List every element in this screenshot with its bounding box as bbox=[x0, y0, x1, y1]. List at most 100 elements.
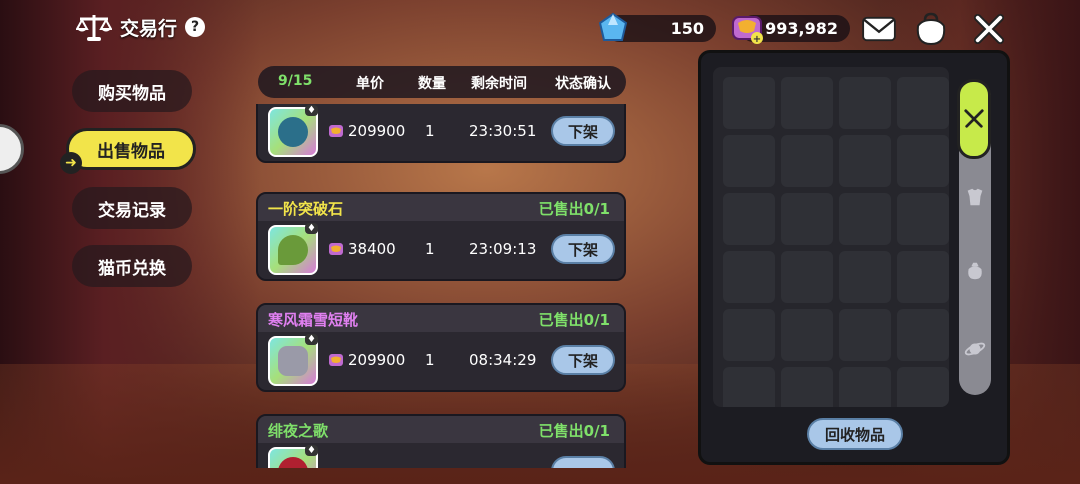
header-status: 状态确认 bbox=[555, 76, 611, 92]
coin-balance: + 993,982 bbox=[732, 15, 850, 45]
delist-button[interactable] bbox=[551, 456, 615, 468]
listing-price: 38400 bbox=[348, 240, 396, 258]
cat-coin-icon bbox=[329, 125, 343, 137]
inventory-slot[interactable] bbox=[723, 367, 775, 407]
scale-icon bbox=[76, 15, 112, 41]
listing-card: ♦ 209900 1 23:30:51 下架 bbox=[256, 104, 626, 163]
header-price: 单价 bbox=[356, 76, 384, 92]
nav-exchange[interactable]: 猫币兑换 bbox=[72, 245, 192, 287]
gem-balance: 150 bbox=[598, 12, 716, 42]
boots-icon bbox=[278, 346, 308, 376]
crossed-swords-icon bbox=[964, 109, 984, 128]
listing-card: 绯夜之歌 已售出0/1 ♦ bbox=[256, 414, 626, 468]
inventory-slot[interactable] bbox=[723, 251, 775, 303]
nav-buy[interactable]: 购买物品 bbox=[72, 70, 192, 112]
inventory-slot[interactable] bbox=[839, 77, 891, 129]
coin-amount: 993,982 bbox=[765, 19, 838, 38]
inventory-slot[interactable] bbox=[781, 77, 833, 129]
inventory-slot[interactable] bbox=[897, 251, 949, 303]
tab-misc[interactable] bbox=[959, 329, 991, 369]
listing-quantity: 1 bbox=[425, 351, 435, 369]
listing-quantity: 1 bbox=[425, 122, 435, 140]
listing-status: 已售出0/1 bbox=[538, 422, 610, 440]
listing-card-body: ♦ 209900 1 23:30:51 下架 bbox=[258, 104, 624, 161]
listing-price: 209900 bbox=[348, 122, 406, 140]
inventory-slot[interactable] bbox=[839, 251, 891, 303]
delist-button[interactable]: 下架 bbox=[551, 234, 615, 264]
item-badge: ♦ bbox=[305, 223, 318, 234]
nav-sell[interactable]: 出售物品 bbox=[66, 128, 196, 170]
close-button[interactable] bbox=[970, 12, 1008, 46]
armor-icon bbox=[967, 188, 983, 206]
header-remaining: 剩余时间 bbox=[471, 76, 527, 92]
help-icon[interactable]: ? bbox=[185, 17, 206, 37]
tab-materials[interactable] bbox=[959, 251, 991, 291]
cat-coin-icon bbox=[329, 354, 343, 366]
inventory-panel: 回收物品 bbox=[698, 50, 1010, 465]
bag-icon bbox=[916, 12, 946, 46]
tab-weapons[interactable] bbox=[957, 79, 991, 159]
delist-button[interactable]: 下架 bbox=[551, 116, 615, 146]
listing-status: 已售出0/1 bbox=[538, 311, 610, 329]
inventory-slot[interactable] bbox=[897, 135, 949, 187]
inventory-slot[interactable] bbox=[839, 367, 891, 407]
inventory-slot[interactable] bbox=[897, 309, 949, 361]
inventory-slot[interactable] bbox=[781, 135, 833, 187]
inventory-slot[interactable] bbox=[897, 193, 949, 245]
item-thumbnail[interactable]: ♦ bbox=[268, 445, 318, 468]
inventory-slot[interactable] bbox=[839, 309, 891, 361]
close-icon bbox=[973, 13, 1005, 45]
item-thumbnail[interactable]: ♦ bbox=[268, 223, 318, 275]
listing-time: 23:30:51 bbox=[469, 122, 537, 140]
nav-records[interactable]: 交易记录 bbox=[72, 187, 192, 229]
listing-header: 9/15 单价 数量 剩余时间 状态确认 bbox=[258, 66, 626, 98]
inventory-slot[interactable] bbox=[781, 193, 833, 245]
mail-button[interactable] bbox=[860, 12, 898, 46]
cat-coin-icon bbox=[329, 243, 343, 255]
listing-card-head: 一阶突破石 已售出0/1 bbox=[258, 194, 624, 221]
inventory-slot[interactable] bbox=[897, 77, 949, 129]
item-thumbnail[interactable]: ♦ bbox=[268, 334, 318, 386]
inventory-slot[interactable] bbox=[723, 309, 775, 361]
inventory-slot[interactable] bbox=[723, 77, 775, 129]
recycle-items-button[interactable]: 回收物品 bbox=[807, 418, 903, 450]
listing-card-head: 寒风霜雪短靴 已售出0/1 bbox=[258, 305, 624, 332]
bag-button[interactable] bbox=[912, 12, 950, 46]
item-thumbnail[interactable]: ♦ bbox=[268, 105, 318, 157]
gem-icon bbox=[598, 12, 628, 41]
pouch-icon bbox=[968, 262, 982, 280]
inventory-slot[interactable] bbox=[781, 367, 833, 407]
listing-card-head: 绯夜之歌 已售出0/1 bbox=[258, 416, 624, 443]
listing-name: 绯夜之歌 bbox=[268, 422, 329, 440]
inventory-grid[interactable] bbox=[713, 67, 949, 407]
listing-card: 寒风霜雪短靴 已售出0/1 ♦ 209900 1 08:34:29 下架 bbox=[256, 303, 626, 392]
cat-coin-icon: + bbox=[732, 16, 763, 45]
header-quantity: 数量 bbox=[418, 76, 446, 92]
song-item-icon bbox=[278, 457, 308, 468]
inventory-tabs bbox=[957, 79, 991, 395]
delist-button[interactable]: 下架 bbox=[551, 345, 615, 375]
inventory-slot[interactable] bbox=[781, 251, 833, 303]
item-badge: ♦ bbox=[305, 334, 318, 345]
listing-name: 寒风霜雪短靴 bbox=[268, 311, 359, 329]
listing-list[interactable]: ♦ 209900 1 23:30:51 下架 一阶突破石 已售出0/1 ♦ 38… bbox=[256, 104, 628, 468]
page-title: 交易行 ? bbox=[76, 12, 206, 42]
listing-price: 209900 bbox=[348, 351, 406, 369]
listing-status: 已售出0/1 bbox=[538, 200, 610, 218]
mail-icon bbox=[862, 16, 896, 42]
inventory-slot[interactable] bbox=[723, 193, 775, 245]
item-badge: ♦ bbox=[305, 105, 318, 116]
inventory-slot[interactable] bbox=[781, 309, 833, 361]
arrow-right-icon: ➜ bbox=[60, 152, 82, 174]
inventory-slot[interactable] bbox=[897, 367, 949, 407]
listing-time: 23:09:13 bbox=[469, 240, 537, 258]
inventory-slot[interactable] bbox=[839, 193, 891, 245]
breakthrough-stone-icon bbox=[278, 235, 308, 265]
listing-card-body: ♦ 38400 1 23:09:13 下架 bbox=[258, 221, 624, 279]
title-text: 交易行 bbox=[120, 17, 178, 40]
inventory-slot[interactable] bbox=[839, 135, 891, 187]
inventory-slot[interactable] bbox=[723, 135, 775, 187]
listing-card-body: ♦ 209900 1 08:34:29 下架 bbox=[258, 332, 624, 390]
tab-armor[interactable] bbox=[959, 177, 991, 217]
armor-icon bbox=[278, 117, 308, 147]
